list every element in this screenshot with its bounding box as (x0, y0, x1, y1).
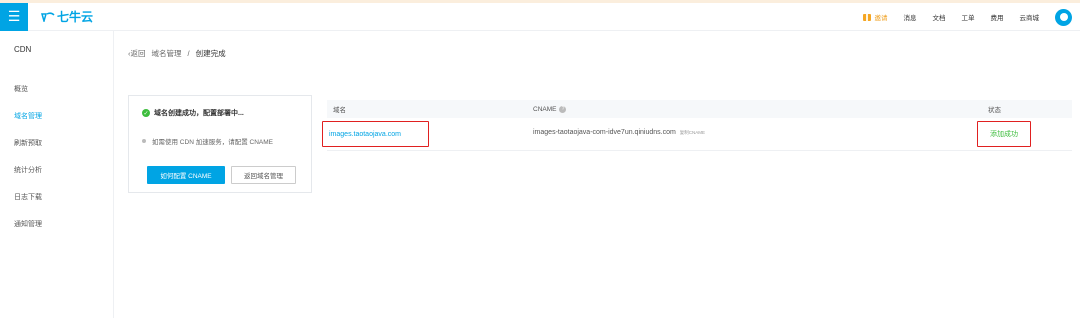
breadcrumb-parent[interactable]: 域名管理 (152, 48, 182, 59)
sidebar-item-overview[interactable]: 概览 (0, 75, 113, 102)
domain-table: 域名 CNAME ? 状态 images.taotaojava.com imag… (322, 100, 1072, 151)
nav-market[interactable]: 云商城 (1020, 12, 1040, 22)
top-nav: 邀请 消息 文档 工单 费用 云商城 (862, 3, 1080, 31)
table-header: 域名 CNAME ? 状态 (327, 100, 1072, 118)
nav-billing[interactable]: 费用 (991, 12, 1004, 22)
column-header-domain: 域名 (333, 107, 346, 114)
column-header-cname: CNAME ? (533, 105, 567, 113)
cname-value: images-taotaojava-com-idve7un.qiniudns.c… (533, 129, 676, 136)
nav-messages[interactable]: 消息 (904, 12, 917, 22)
nav-docs[interactable]: 文档 (933, 12, 946, 22)
sidebar-section-title: CDN (14, 45, 32, 54)
logo-text: 七牛云 (57, 10, 94, 24)
sidebar-item-log-download[interactable]: 日志下载 (0, 183, 113, 210)
sidebar-item-statistics[interactable]: 统计分析 (0, 156, 113, 183)
domain-link[interactable]: images.taotaojava.com (322, 121, 429, 147)
table-row: images.taotaojava.com images-taotaojava-… (322, 118, 1072, 151)
column-header-status: 状态 (988, 107, 1001, 114)
hamburger-menu-button[interactable]: ☰ (0, 2, 28, 31)
nav-tickets[interactable]: 工单 (962, 12, 975, 22)
bullet-dot-icon (142, 139, 146, 143)
status-card: ✓ 域名创建成功，配置部署中... 如需使用 CDN 加速服务，请配置 CNAM… (128, 95, 312, 193)
sidebar-item-notifications[interactable]: 通知管理 (0, 210, 113, 237)
status-badge: 添加成功 (977, 121, 1031, 147)
user-icon (1059, 13, 1068, 21)
hamburger-icon: ☰ (7, 8, 21, 24)
how-to-configure-cname-button[interactable]: 如何配置 CNAME (147, 166, 225, 184)
nav-promo-label: 邀请 (874, 15, 888, 22)
sidebar-item-domain-management[interactable]: 域名管理 (0, 102, 113, 129)
back-to-domain-management-button[interactable]: 返回域名管理 (231, 166, 296, 184)
qiniu-logo-icon (41, 11, 55, 22)
creation-status: ✓ 域名创建成功，配置部署中... (142, 108, 244, 118)
nav-promo[interactable]: 邀请 (862, 12, 888, 22)
breadcrumb-current: 创建完成 (195, 49, 226, 58)
gift-icon (862, 13, 871, 21)
creation-status-text: 域名创建成功，配置部署中... (154, 110, 244, 117)
back-link-label: 返回 (130, 49, 146, 58)
copy-cname-link[interactable]: 复制CNAME (680, 130, 705, 136)
breadcrumb: ‹返回 域名管理 / 创建完成 (128, 48, 226, 59)
sidebar-item-refresh-prefetch[interactable]: 刷新预取 (0, 129, 113, 156)
logo[interactable]: 七牛云 (41, 8, 93, 25)
cname-hint: 如需使用 CDN 加速服务，请配置 CNAME (142, 136, 273, 146)
back-link[interactable]: ‹返回 (128, 48, 146, 59)
help-icon[interactable]: ? (559, 105, 567, 113)
cname-hint-text: 如需使用 CDN 加速服务，请配置 CNAME (152, 139, 273, 146)
breadcrumb-separator: / (187, 49, 190, 58)
top-bar: ☰ 七牛云 邀请 消息 文档 工单 费用 云商城 (0, 2, 1080, 31)
column-header-cname-label: CNAME (533, 105, 557, 113)
check-circle-icon: ✓ (142, 109, 150, 117)
sidebar: CDN 概览 域名管理 刷新预取 统计分析 日志下载 通知管理 (0, 31, 114, 318)
avatar[interactable] (1055, 8, 1072, 26)
cname-cell: images-taotaojava-com-idve7un.qiniudns.c… (533, 129, 705, 136)
